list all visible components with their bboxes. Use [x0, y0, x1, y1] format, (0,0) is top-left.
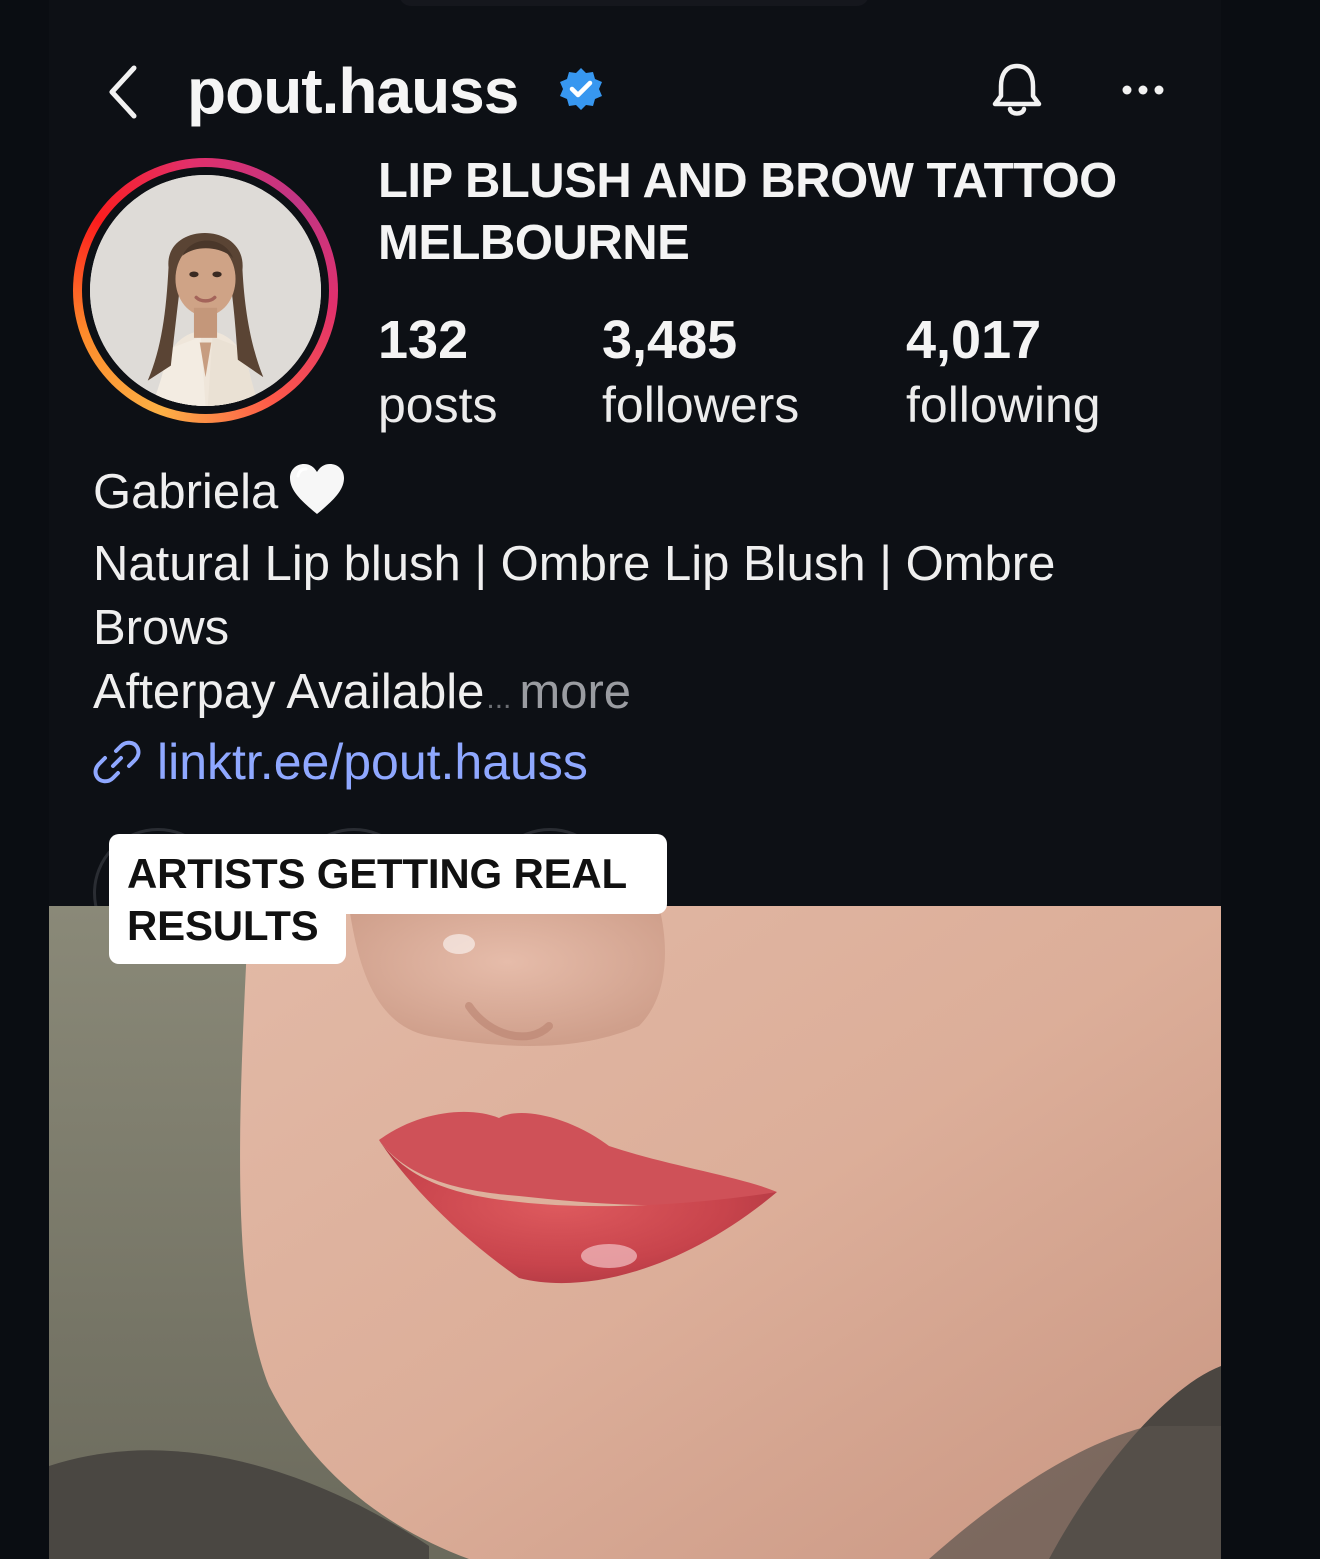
lip-blush-result-photo: [49, 906, 1221, 1559]
profile-screen: pout.hauss LIP BLUSH AND BROW TATTOO MEL…: [49, 0, 1221, 1559]
ellipsis-icon: [1122, 85, 1164, 95]
following-count-label: following: [906, 377, 1101, 433]
chevron-left-icon: [109, 65, 137, 119]
bell-icon: [992, 63, 1042, 116]
back-button[interactable]: [101, 60, 145, 124]
following-count-value: 4,017: [906, 310, 1042, 370]
profile-username: pout.hauss: [187, 55, 519, 127]
white-heart-icon: [288, 462, 346, 532]
notifications-button[interactable]: [987, 58, 1047, 122]
posts-count[interactable]: 132 posts: [378, 306, 498, 436]
bio-line-services: Natural Lip blush | Ombre Lip Blush | Om…: [93, 537, 1056, 655]
profile-avatar-story-ring[interactable]: [73, 158, 338, 423]
bio-ellipsis: ...: [486, 682, 512, 715]
following-count[interactable]: 4,017 following: [906, 306, 1101, 436]
bio-name: Gabriela: [93, 465, 279, 519]
screenshot-stage: pout.hauss LIP BLUSH AND BROW TATTOO MEL…: [0, 0, 1320, 1559]
bio-link-text: linktr.ee/pout.hauss: [157, 734, 588, 790]
bio-line-afterpay: Afterpay Available... more: [93, 660, 1173, 731]
followers-count-value: 3,485: [602, 310, 738, 370]
posts-count-label: posts: [378, 377, 498, 433]
profile-bio: Gabriela Natural Lip blush | Ombre Lip B…: [93, 460, 1173, 731]
bio-afterpay-text: Afterpay Available: [93, 665, 485, 719]
profile-category: LIP BLUSH AND BROW TATTOO MELBOURNE: [378, 154, 1117, 270]
posts-count-value: 132: [378, 310, 469, 370]
top-edge: [399, 0, 869, 6]
verified-badge-icon: [560, 68, 602, 110]
more-options-button[interactable]: [1117, 70, 1169, 110]
bio-more-link[interactable]: more: [519, 665, 631, 719]
bio-name-line: Gabriela: [93, 460, 1173, 532]
avatar: [90, 175, 321, 406]
caption-text: ARTISTS GETTING REAL RESULTS: [127, 850, 627, 949]
link-icon: [93, 740, 141, 784]
bio-link[interactable]: linktr.ee/pout.hauss: [93, 730, 588, 794]
video-caption-overlay: ARTISTS GETTING REAL RESULTS: [109, 834, 729, 966]
followers-count-label: followers: [602, 377, 800, 433]
followers-count[interactable]: 3,485 followers: [602, 306, 799, 436]
